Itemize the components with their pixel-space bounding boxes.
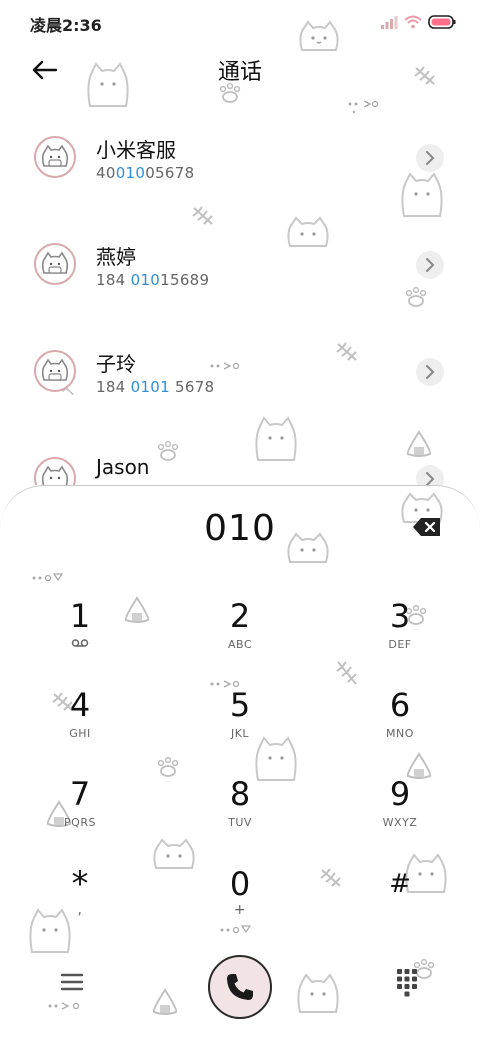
key-digit: 3	[389, 597, 411, 635]
key-digit: 2	[229, 597, 251, 635]
chevron-right-icon	[426, 258, 435, 272]
key-digit: 8	[229, 775, 251, 813]
cat-avatar-icon	[41, 465, 69, 485]
contact-name: 子玲	[96, 352, 136, 376]
key-digit: 6	[389, 686, 411, 724]
dial-key-1[interactable]: 1	[25, 598, 135, 668]
key-letters: GHI	[69, 727, 91, 740]
dial-key-4[interactable]: 4 GHI	[25, 687, 135, 757]
avatar	[34, 243, 76, 285]
contact-name: Jason	[96, 455, 150, 479]
dial-key-2[interactable]: 2 ABC	[185, 598, 295, 668]
signal-icon	[380, 14, 398, 33]
menu-button[interactable]	[58, 970, 88, 996]
key-digit: *	[71, 864, 89, 904]
chevron-right-icon	[426, 151, 435, 165]
backspace-button[interactable]	[412, 516, 442, 538]
contact-name: 燕婷	[96, 245, 136, 269]
key-digit: 0	[229, 865, 251, 903]
contact-row[interactable]: 小米客服 4001005678	[0, 124, 480, 194]
backspace-icon	[413, 518, 440, 536]
dial-input[interactable]: 010	[0, 508, 480, 549]
contact-detail-button[interactable]	[416, 465, 444, 485]
avatar	[34, 350, 76, 392]
dialpad-grid-icon	[397, 969, 417, 997]
number-match: 010	[130, 271, 161, 289]
dial-key-8[interactable]: 8 TUV	[185, 776, 295, 846]
dial-key-5[interactable]: 5 JKL	[185, 687, 295, 757]
number-suffix: 05678	[145, 164, 195, 182]
cat-avatar-icon	[41, 144, 69, 167]
battery-icon	[428, 14, 456, 33]
number-match: 010	[115, 164, 146, 182]
key-letters: +	[233, 902, 247, 918]
voicemail-icon	[25, 638, 135, 651]
key-digit: #	[389, 869, 411, 899]
contact-number: 184 0101 5678	[96, 378, 214, 396]
key-letters: PQRS	[64, 816, 96, 829]
cat-avatar-icon	[41, 358, 69, 381]
number-suffix: 15689	[160, 271, 210, 289]
dial-key-6[interactable]: 6 MNO	[345, 687, 455, 757]
dial-key-9[interactable]: 9 WXYZ	[345, 776, 455, 846]
key-letters: ,	[77, 902, 83, 918]
contact-detail-button[interactable]	[416, 144, 444, 172]
contact-detail-button[interactable]	[416, 358, 444, 386]
number-prefix: 184	[96, 378, 131, 396]
key-letters: DEF	[388, 638, 412, 651]
call-button[interactable]	[208, 955, 272, 1019]
key-digit: 4	[69, 686, 91, 724]
number-match: 0101	[130, 378, 170, 396]
key-digit: 7	[69, 775, 91, 813]
number-prefix: 184	[96, 271, 131, 289]
avatar	[34, 457, 76, 485]
chevron-right-icon	[426, 472, 435, 485]
dial-key-star[interactable]: * ,	[25, 866, 135, 936]
contact-number: 184 01015689	[96, 271, 209, 289]
chevron-right-icon	[426, 365, 435, 379]
key-digit: 1	[69, 597, 91, 635]
contact-row[interactable]: 燕婷 184 01015689	[0, 231, 480, 301]
status-time: 凌晨2:36	[30, 16, 102, 35]
dial-key-0[interactable]: 0 +	[185, 866, 295, 936]
status-bar: 凌晨2:36	[0, 0, 480, 44]
fishbone-doodle-icon	[190, 204, 218, 230]
contact-number: 4001005678	[96, 164, 194, 182]
dots-doodle-icon	[346, 98, 380, 116]
key-letters: MNO	[386, 727, 414, 740]
contact-row[interactable]: Jason	[0, 445, 480, 485]
wifi-icon	[404, 14, 422, 33]
key-letters: ABC	[227, 638, 253, 651]
hamburger-menu-icon	[60, 973, 84, 991]
contact-detail-button[interactable]	[416, 251, 444, 279]
status-icons	[380, 14, 456, 33]
key-letters: TUV	[228, 816, 252, 829]
header: 通话	[0, 50, 480, 90]
avatar	[34, 136, 76, 178]
dial-key-hash[interactable]: #	[345, 866, 455, 936]
contact-name: 小米客服	[96, 138, 176, 162]
key-letters: JKL	[230, 727, 250, 740]
cat-avatar-icon	[41, 251, 69, 274]
key-letters: WXYZ	[382, 816, 418, 829]
phone-icon	[227, 974, 253, 1000]
number-suffix: 5678	[169, 378, 215, 396]
contact-row[interactable]: 子玲 184 0101 5678	[0, 338, 480, 408]
number-prefix: 40	[96, 164, 116, 182]
key-digit: 9	[389, 775, 411, 813]
key-digit: 5	[229, 686, 251, 724]
dial-key-3[interactable]: 3 DEF	[345, 598, 455, 668]
dial-key-7[interactable]: 7 PQRS	[25, 776, 135, 846]
page-title: 通话	[217, 60, 262, 85]
keypad-toggle-button[interactable]	[396, 968, 418, 998]
